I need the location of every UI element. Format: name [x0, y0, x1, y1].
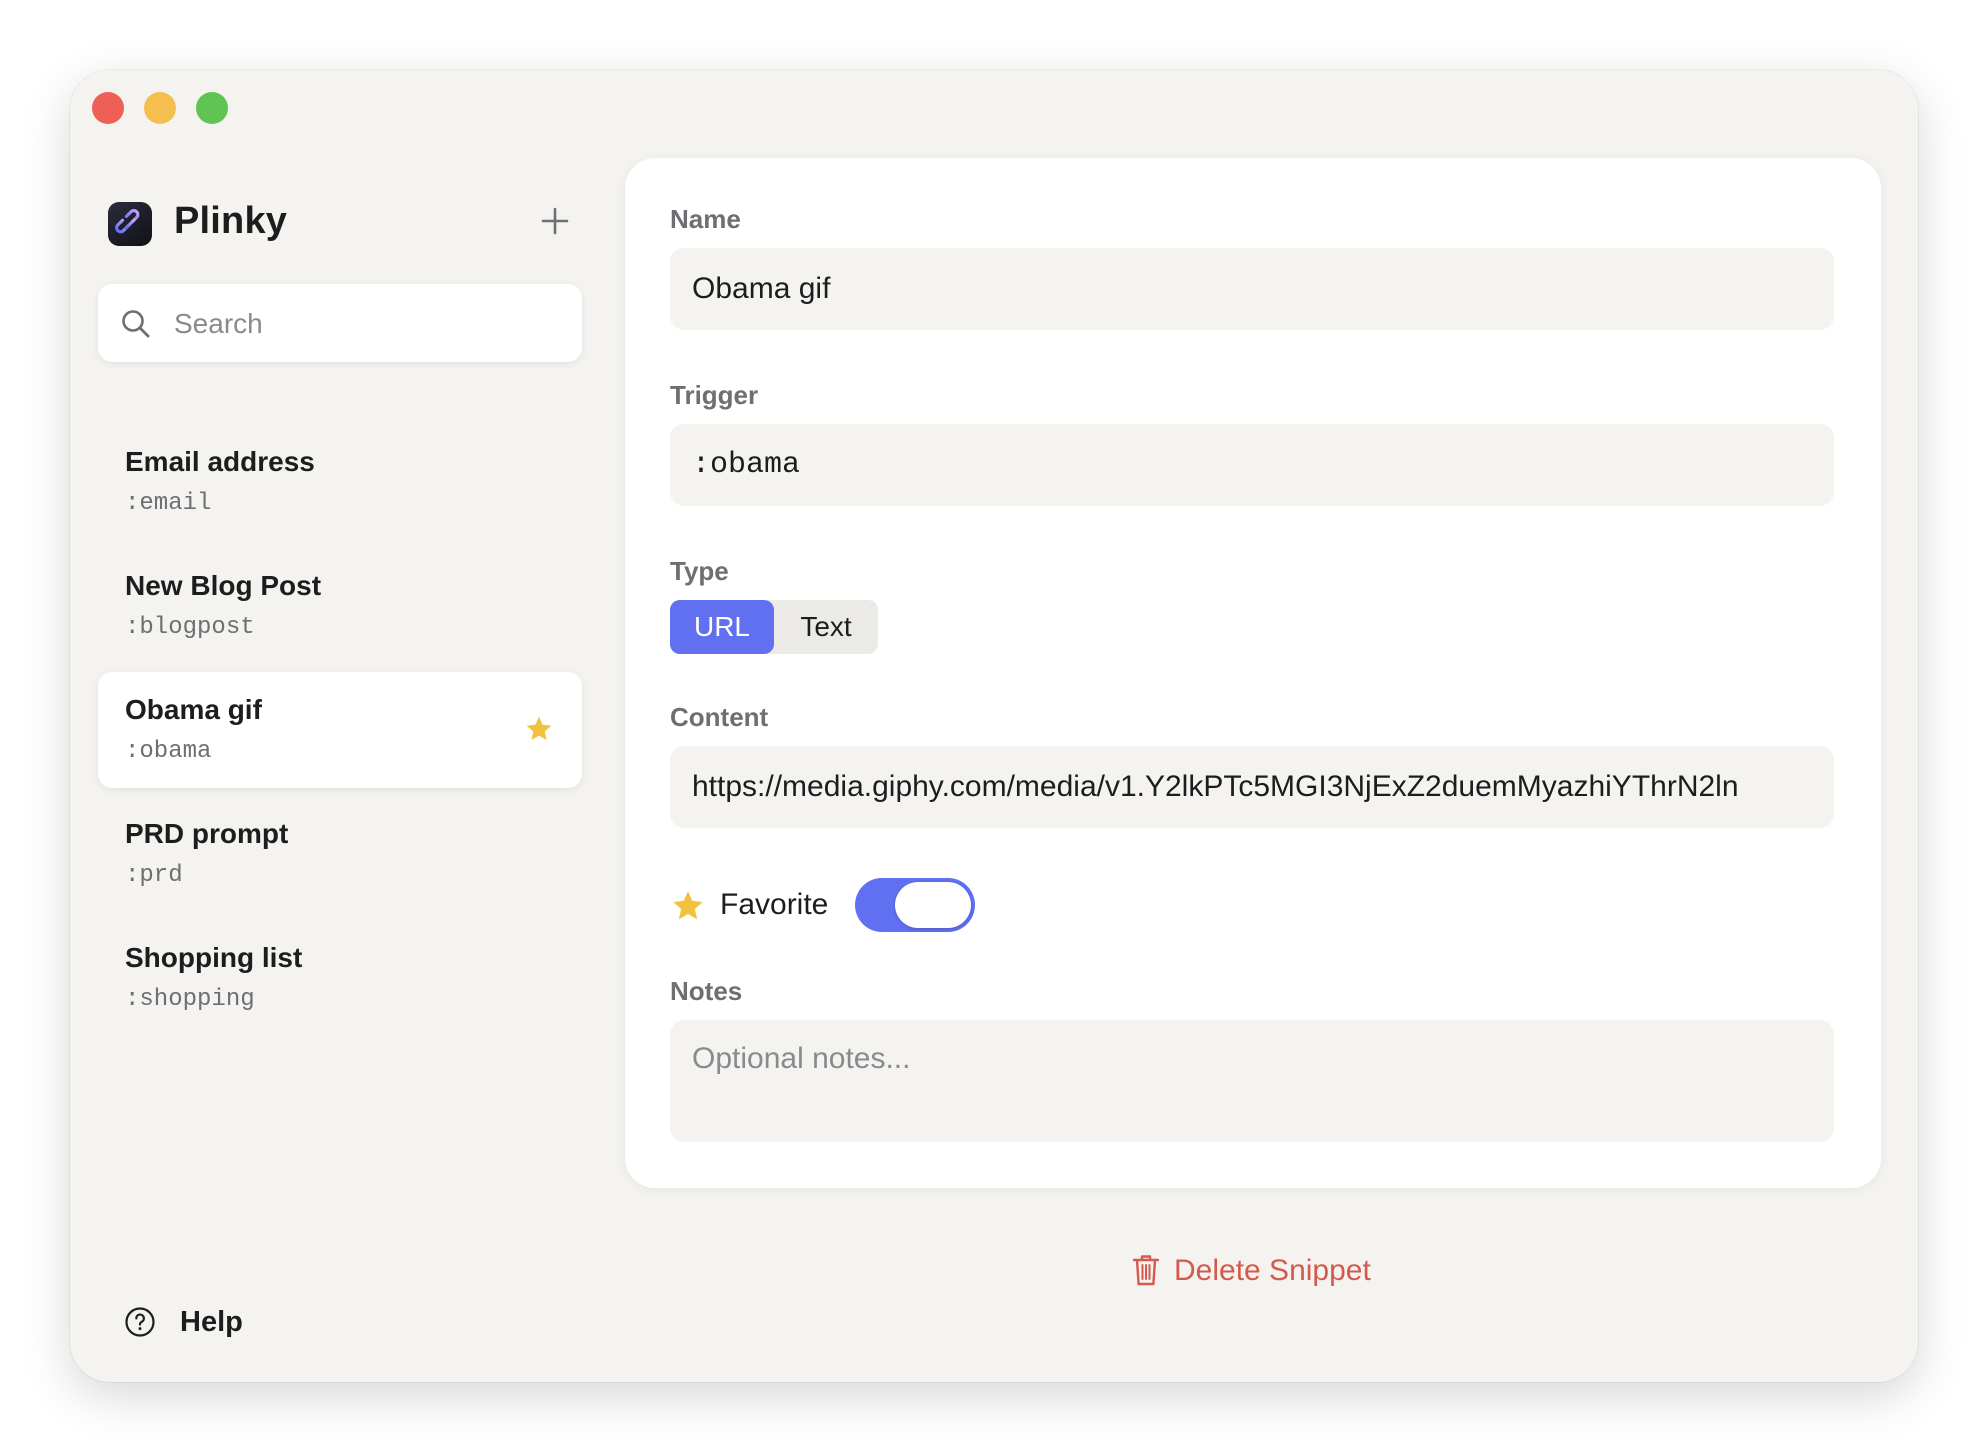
snippet-title: New Blog Post — [125, 570, 322, 601]
snippet-item-new-blog-post[interactable]: New Blog Post :blogpost — [98, 548, 582, 664]
content-input[interactable] — [692, 746, 1822, 828]
snippet-title: Obama gif — [125, 694, 262, 725]
sidebar-header: Plinky — [98, 190, 584, 260]
favorite-toggle[interactable] — [855, 878, 975, 932]
search-box[interactable] — [98, 284, 582, 362]
snippet-title: Shopping list — [125, 942, 303, 973]
snippet-trigger: :email — [125, 490, 212, 517]
app-window: Plinky Email address :email New Blog Pos… — [70, 70, 1918, 1382]
favorite-star-icon — [526, 716, 552, 741]
snippet-list: Email address :email New Blog Post :blog… — [98, 424, 584, 1044]
trigger-field[interactable] — [670, 424, 1834, 506]
help-label: Help — [180, 1306, 243, 1338]
snippet-title: PRD prompt — [125, 818, 289, 849]
content-label: Content — [670, 702, 769, 732]
snippet-item-obama-gif[interactable]: Obama gif :obama — [98, 672, 582, 788]
plus-icon — [541, 207, 569, 235]
name-input[interactable] — [692, 248, 1822, 330]
type-segmented-control: URL Text — [670, 600, 878, 654]
toggle-knob — [895, 882, 971, 928]
minimize-window-button[interactable] — [144, 92, 176, 124]
name-label: Name — [670, 204, 741, 234]
search-icon — [122, 310, 150, 338]
zoom-window-button[interactable] — [196, 92, 228, 124]
app-logo-icon — [108, 202, 152, 246]
type-option-url[interactable]: URL — [670, 600, 774, 654]
notes-label: Notes — [670, 976, 743, 1006]
help-circle-icon — [125, 1307, 155, 1337]
close-window-button[interactable] — [92, 92, 124, 124]
add-snippet-button[interactable] — [532, 198, 578, 244]
sidebar: Plinky Email address :email New Blog Pos… — [98, 190, 584, 1382]
star-icon — [673, 891, 703, 920]
delete-snippet-label: Delete Snippet — [1174, 1254, 1371, 1287]
snippet-item-shopping-list[interactable]: Shopping list :shopping — [98, 920, 582, 1036]
content-field[interactable] — [670, 746, 1834, 828]
trash-icon — [1132, 1255, 1160, 1286]
trigger-input[interactable] — [692, 424, 1822, 506]
trigger-label: Trigger — [670, 380, 759, 410]
app-name: Plinky — [174, 200, 288, 242]
type-label: Type — [670, 556, 729, 586]
search-input[interactable] — [172, 300, 566, 348]
snippet-item-prd-prompt[interactable]: PRD prompt :prd — [98, 796, 582, 912]
favorite-label: Favorite — [720, 888, 829, 921]
type-option-text[interactable]: Text — [774, 600, 878, 654]
snippet-trigger: :obama — [125, 738, 212, 765]
snippet-detail-panel: Name Trigger Type URL Text Content Favor… — [625, 158, 1881, 1188]
snippet-item-email-address[interactable]: Email address :email — [98, 424, 582, 540]
snippet-title: Email address — [125, 446, 315, 477]
snippet-trigger: :shopping — [125, 986, 255, 1013]
window-controls — [92, 92, 228, 124]
notes-input[interactable] — [692, 1042, 1822, 1132]
snippet-trigger: :prd — [125, 862, 183, 889]
snippet-trigger: :blogpost — [125, 614, 255, 641]
name-field[interactable] — [670, 248, 1834, 330]
notes-field[interactable] — [670, 1020, 1834, 1142]
